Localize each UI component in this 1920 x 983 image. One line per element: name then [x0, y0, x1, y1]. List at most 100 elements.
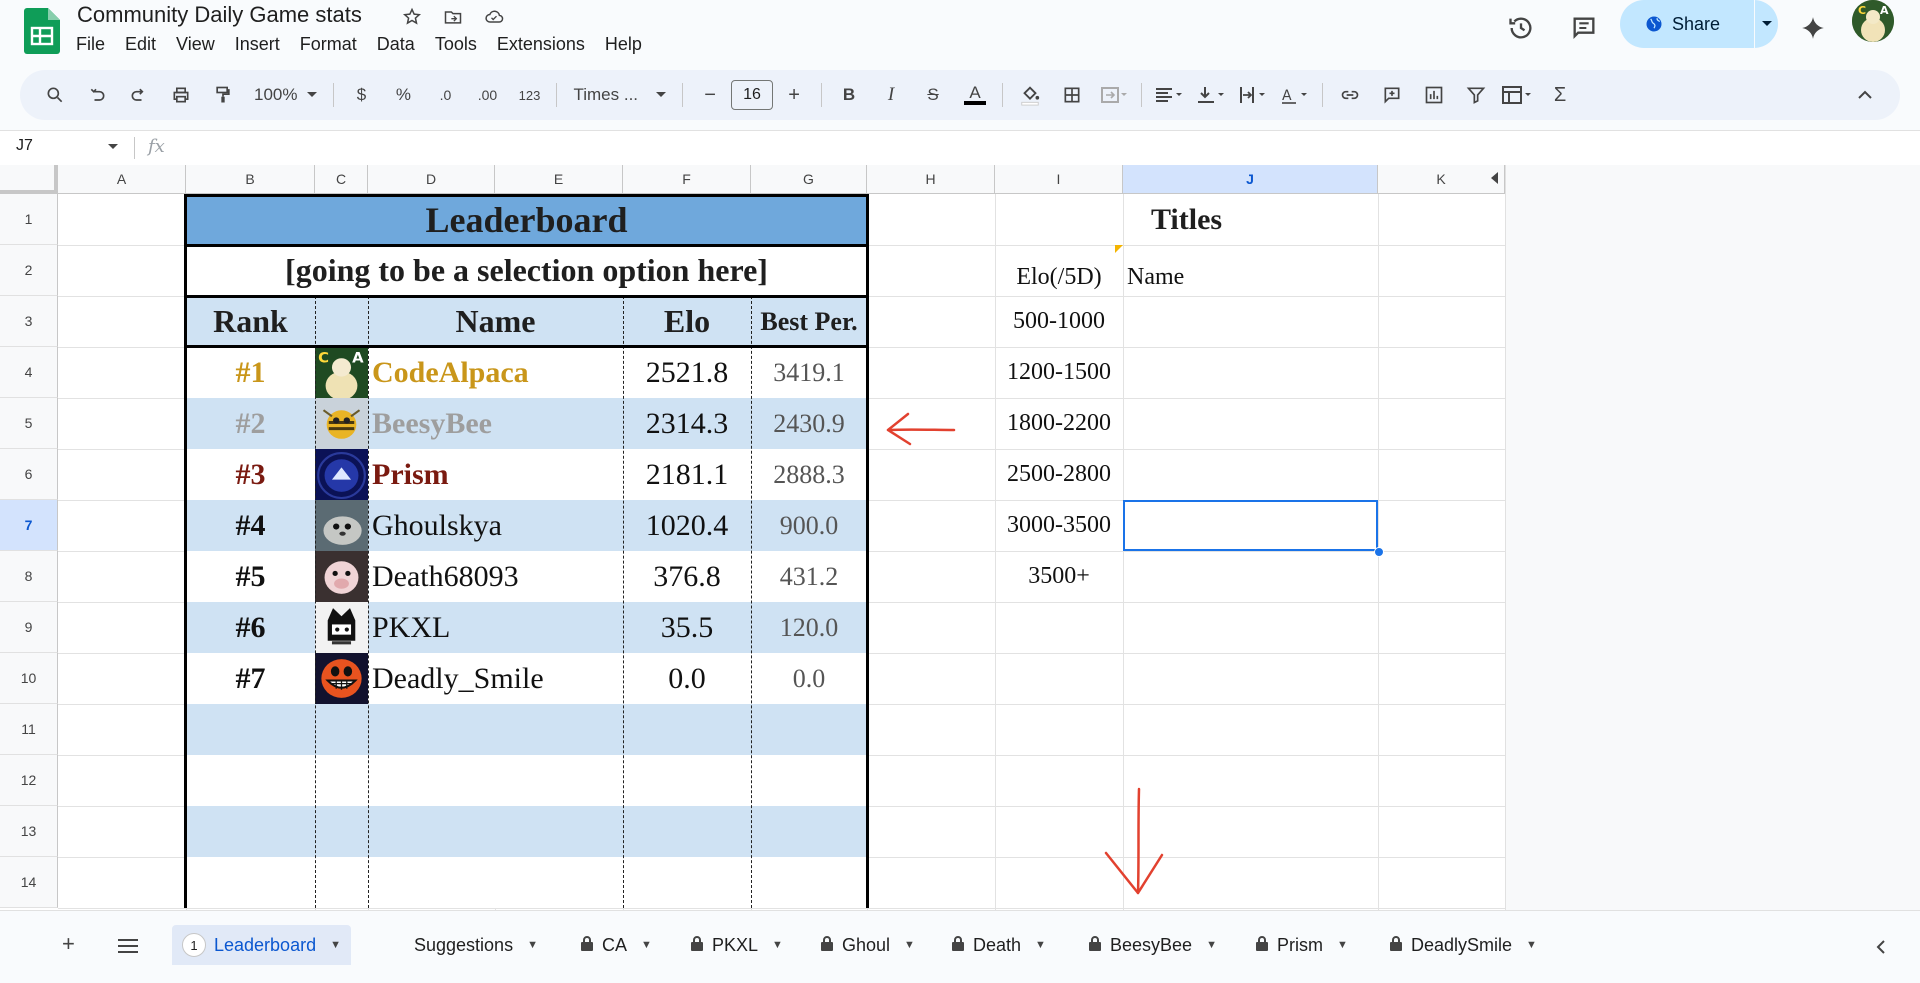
header-name[interactable]: Name: [368, 296, 623, 347]
elo-cell[interactable]: 2314.3: [623, 398, 751, 449]
move-folder-icon[interactable]: [440, 4, 466, 30]
menu-edit[interactable]: Edit: [115, 32, 166, 57]
italic-button[interactable]: I: [870, 77, 912, 113]
column-header-j[interactable]: J: [1123, 165, 1378, 194]
rank-cell[interactable]: #1: [186, 347, 315, 398]
player-name-cell[interactable]: Death68093: [368, 551, 623, 602]
row-header-7[interactable]: 7: [0, 500, 58, 551]
account-avatar[interactable]: CA: [1852, 0, 1894, 42]
titles-header-name[interactable]: Name: [1123, 245, 1378, 296]
row-header-12[interactable]: 12: [0, 755, 58, 806]
increase-decimal-button[interactable]: .00: [466, 77, 508, 113]
row-header-3[interactable]: 3: [0, 296, 58, 347]
elo-range-cell[interactable]: 2500-2800: [995, 449, 1123, 500]
rank-cell[interactable]: #3: [186, 449, 315, 500]
best-performance-cell[interactable]: 0.0: [751, 653, 867, 704]
filter-views-icon[interactable]: [1497, 77, 1539, 113]
chevron-down-icon[interactable]: [108, 144, 118, 150]
menu-view[interactable]: View: [166, 32, 225, 57]
elo-range-cell[interactable]: 3000-3500: [995, 500, 1123, 551]
sheet-tab-death[interactable]: Death ▼: [941, 925, 1056, 965]
row-header-1[interactable]: 1: [0, 194, 58, 245]
leaderboard-title[interactable]: Leaderboard: [186, 194, 867, 245]
column-header-d[interactable]: D: [368, 165, 495, 194]
gemini-sparkle-icon[interactable]: [1793, 8, 1833, 48]
text-color-button[interactable]: A: [954, 77, 996, 113]
rank-cell[interactable]: #7: [186, 653, 315, 704]
menu-data[interactable]: Data: [367, 32, 425, 57]
player-name-cell[interactable]: PKXL: [368, 602, 623, 653]
text-wrapping-icon[interactable]: [1232, 77, 1274, 113]
tab-menu-chevron-icon[interactable]: ▼: [1337, 939, 1348, 951]
decrease-font-size-button[interactable]: −: [689, 77, 731, 113]
currency-format-button[interactable]: $: [340, 77, 382, 113]
row-header-6[interactable]: 6: [0, 449, 58, 500]
font-size-input[interactable]: 16: [731, 80, 774, 110]
best-performance-cell[interactable]: 2430.9: [751, 398, 867, 449]
best-performance-cell[interactable]: 900.0: [751, 500, 867, 551]
sheet-tab-leaderboard[interactable]: 1 Leaderboard ▼: [172, 925, 351, 965]
redo-icon[interactable]: [118, 77, 160, 113]
bold-button[interactable]: B: [828, 77, 870, 113]
borders-icon[interactable]: [1051, 77, 1093, 113]
sheet-tab-suggestions[interactable]: Suggestions ▼: [404, 925, 548, 965]
all-sheets-menu-icon[interactable]: [117, 938, 139, 954]
sheet-tab-prism[interactable]: Prism ▼: [1245, 925, 1358, 965]
font-family-select[interactable]: Times ...: [563, 77, 676, 113]
rank-cell[interactable]: #2: [186, 398, 315, 449]
elo-range-cell[interactable]: 1800-2200: [995, 398, 1123, 449]
more-formats-button[interactable]: 123: [508, 77, 550, 113]
rank-cell[interactable]: #4: [186, 500, 315, 551]
elo-cell[interactable]: 1020.4: [623, 500, 751, 551]
player-name-cell[interactable]: Ghoulskya: [368, 500, 623, 551]
decrease-decimal-button[interactable]: .0: [424, 77, 466, 113]
add-sheet-icon[interactable]: +: [62, 931, 75, 957]
sheet-tab-pkxl[interactable]: PKXL ▼: [680, 925, 793, 965]
row-header-13[interactable]: 13: [0, 806, 58, 857]
document-title[interactable]: Community Daily Game stats: [77, 2, 362, 28]
column-header-i[interactable]: I: [995, 165, 1123, 194]
version-history-icon[interactable]: [1501, 8, 1541, 48]
vertical-align-icon[interactable]: [1190, 77, 1232, 113]
player-name-cell[interactable]: BeesyBee: [368, 398, 623, 449]
elo-cell[interactable]: 35.5: [623, 602, 751, 653]
search-menus-icon[interactable]: [34, 77, 76, 113]
best-performance-cell[interactable]: 431.2: [751, 551, 867, 602]
tab-menu-chevron-icon[interactable]: ▼: [904, 939, 915, 951]
paint-format-icon[interactable]: [202, 77, 244, 113]
tab-menu-chevron-icon[interactable]: ▼: [1035, 939, 1046, 951]
elo-cell[interactable]: 0.0: [623, 653, 751, 704]
elo-cell[interactable]: 2181.1: [623, 449, 751, 500]
sheets-logo-icon[interactable]: [24, 8, 60, 54]
share-button[interactable]: Share: [1620, 0, 1778, 48]
elo-range-cell[interactable]: 500-1000: [995, 296, 1123, 347]
row-header-2[interactable]: 2: [0, 245, 58, 296]
spreadsheet-grid[interactable]: ABCDEFGHIJK 1 2 3 4 5 6 7 8 9 10 11 12 13 14 Leaderbo…: [0, 165, 1920, 910]
player-name-cell[interactable]: Prism: [368, 449, 623, 500]
undo-icon[interactable]: [76, 77, 118, 113]
row-header-8[interactable]: 8: [0, 551, 58, 602]
row-header-14[interactable]: 14: [0, 857, 58, 908]
formula-input[interactable]: [180, 133, 1880, 163]
titles-heading[interactable]: Titles: [995, 194, 1378, 245]
row-header-11[interactable]: 11: [0, 704, 58, 755]
sheet-tab-beesybee[interactable]: BeesyBee ▼: [1078, 925, 1227, 965]
tab-menu-chevron-icon[interactable]: ▼: [641, 939, 652, 951]
elo-range-cell[interactable]: 1200-1500: [995, 347, 1123, 398]
share-dropdown-icon[interactable]: [1755, 20, 1778, 28]
player-name-cell[interactable]: Deadly_Smile: [368, 653, 623, 704]
player-name-cell[interactable]: CodeAlpaca: [368, 347, 623, 398]
elo-cell[interactable]: 2521.8: [623, 347, 751, 398]
column-header-a[interactable]: A: [58, 165, 186, 194]
insert-chart-icon[interactable]: [1413, 77, 1455, 113]
best-performance-cell[interactable]: 120.0: [751, 602, 867, 653]
collapse-column-icon[interactable]: [1491, 172, 1498, 184]
functions-button[interactable]: Σ: [1539, 77, 1581, 113]
header-elo[interactable]: Elo: [623, 296, 751, 347]
strikethrough-button[interactable]: S: [912, 77, 954, 113]
row-header-4[interactable]: 4: [0, 347, 58, 398]
menu-insert[interactable]: Insert: [225, 32, 290, 57]
column-header-g[interactable]: G: [751, 165, 867, 194]
filter-icon[interactable]: [1455, 77, 1497, 113]
best-performance-cell[interactable]: 3419.1: [751, 347, 867, 398]
